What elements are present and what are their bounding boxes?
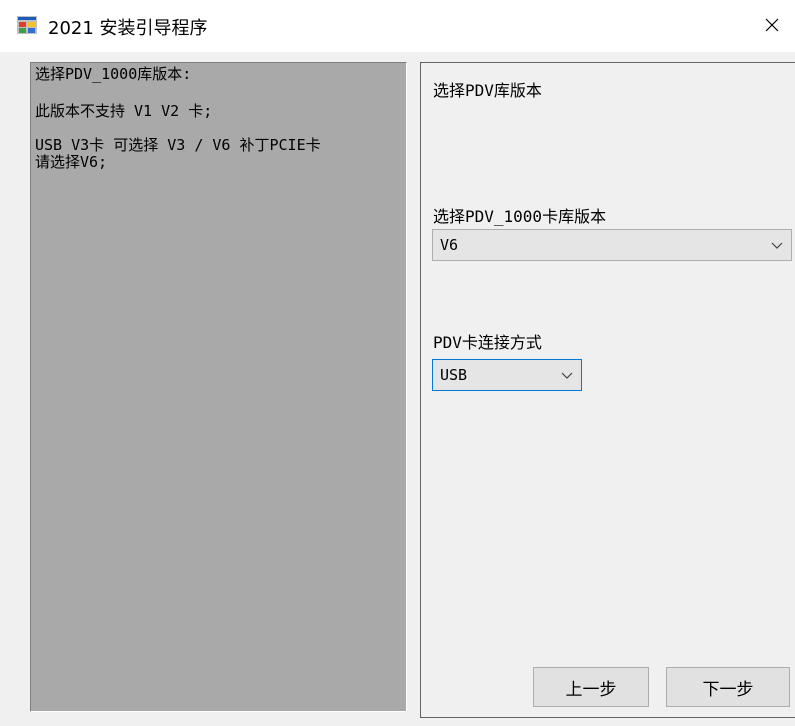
prev-button[interactable]: 上一步 — [533, 667, 649, 707]
library-version-label: 选择PDV_1000卡库版本 — [433, 207, 607, 226]
connection-label: PDV卡连接方式 — [433, 333, 542, 352]
title-bar: 2021 安装引导程序 — [0, 0, 795, 52]
info-line-unsupported: 此版本不支持 V1 V2 卡; — [35, 102, 213, 120]
connection-value: USB — [440, 366, 468, 384]
library-version-value: V6 — [440, 236, 459, 254]
chevron-down-icon — [561, 372, 573, 379]
close-icon — [765, 18, 779, 32]
options-panel: 选择PDV库版本 选择PDV_1000卡库版本 V6 PDV卡连接方式 USB … — [420, 62, 795, 718]
options-heading: 选择PDV库版本 — [433, 81, 542, 100]
next-button[interactable]: 下一步 — [666, 667, 790, 707]
chevron-down-icon — [771, 242, 783, 249]
connection-select[interactable]: USB — [432, 359, 582, 391]
window-title: 2021 安装引导程序 — [48, 18, 208, 39]
close-button[interactable] — [749, 4, 795, 46]
info-line-library: 选择PDV_1000库版本: — [35, 65, 192, 83]
info-line-usb-pcie: USB V3卡 可选择 V3 / V6 补丁PCIE卡 请选择V6; — [35, 136, 321, 171]
installer-window: 2021 安装引导程序 选择PDV_1000库版本: 此版本不支持 V1 V2 … — [0, 0, 795, 726]
installer-icon — [17, 16, 37, 34]
library-version-select[interactable]: V6 — [432, 229, 792, 261]
info-text-panel: 选择PDV_1000库版本: 此版本不支持 V1 V2 卡; USB V3卡 可… — [30, 62, 407, 712]
